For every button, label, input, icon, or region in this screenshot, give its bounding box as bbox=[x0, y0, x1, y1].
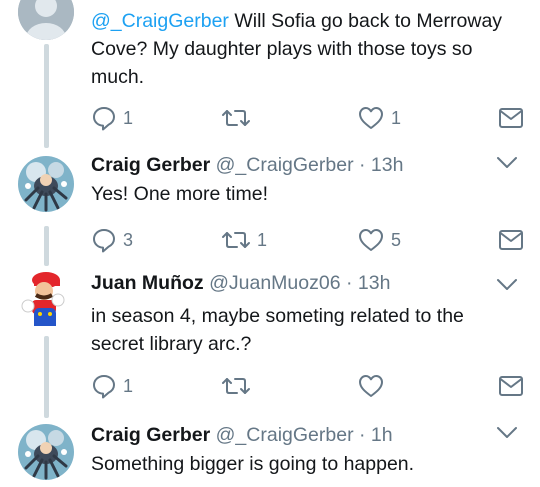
like-count: 5 bbox=[391, 229, 402, 250]
tweet-header: Craig Gerber @_CraigGerber · 1h bbox=[91, 422, 520, 448]
more-options-button[interactable] bbox=[496, 156, 518, 170]
retweet-button[interactable] bbox=[221, 104, 257, 132]
tweet-actions: 1 bbox=[91, 372, 531, 400]
avatar-image bbox=[18, 156, 74, 212]
retweet-button[interactable]: 1 bbox=[221, 226, 267, 254]
chevron-down-icon bbox=[497, 157, 517, 168]
display-name[interactable]: Juan Muñoz bbox=[91, 272, 204, 294]
thread-line bbox=[44, 336, 49, 418]
reply-button[interactable]: 3 bbox=[91, 226, 133, 254]
more-options-button[interactable] bbox=[496, 426, 518, 440]
display-name[interactable]: Craig Gerber bbox=[91, 424, 210, 446]
retweet-count: 1 bbox=[257, 229, 268, 250]
reply-count: 1 bbox=[123, 107, 134, 128]
tweet-header: Juan Muñoz @JuanMuoz06 · 13h bbox=[91, 270, 520, 296]
tweet-text: @_CraigGerber Will Sofia go back to Merr… bbox=[91, 7, 520, 91]
dm-button[interactable] bbox=[498, 372, 524, 400]
mail-icon bbox=[499, 376, 523, 396]
mention-link[interactable]: @_CraigGerber bbox=[91, 10, 229, 32]
tweet-text: Yes! One more time! bbox=[91, 183, 269, 205]
like-button[interactable]: 5 bbox=[357, 226, 401, 254]
avatar[interactable] bbox=[14, 270, 70, 326]
user-handle[interactable]: @JuanMuoz06 bbox=[209, 272, 340, 294]
tweet-timestamp[interactable]: · 13h bbox=[359, 154, 403, 176]
like-button[interactable]: 1 bbox=[357, 104, 401, 132]
user-handle[interactable]: @_CraigGerber bbox=[216, 154, 354, 176]
retweet-icon bbox=[222, 232, 250, 248]
thread-line bbox=[44, 44, 49, 148]
reply-count: 3 bbox=[123, 229, 134, 250]
like-button[interactable] bbox=[357, 372, 391, 400]
mail-icon bbox=[499, 108, 523, 128]
display-name[interactable]: Craig Gerber bbox=[91, 154, 210, 176]
tweet-timestamp[interactable]: · 1h bbox=[359, 424, 393, 446]
user-handle[interactable]: @_CraigGerber bbox=[216, 424, 354, 446]
reply-button[interactable]: 1 bbox=[91, 372, 133, 400]
reply-button[interactable]: 1 bbox=[91, 104, 133, 132]
reply-count: 1 bbox=[123, 375, 134, 396]
retweet-icon bbox=[222, 378, 250, 394]
reply-icon bbox=[93, 107, 115, 131]
reply-icon bbox=[93, 375, 115, 399]
avatar[interactable] bbox=[18, 0, 74, 40]
tweet-actions: 3 1 5 bbox=[91, 226, 531, 254]
heart-icon bbox=[359, 375, 383, 397]
like-count: 1 bbox=[391, 107, 402, 128]
retweet-icon bbox=[222, 110, 250, 126]
reply-icon bbox=[93, 229, 115, 253]
heart-icon bbox=[359, 229, 383, 251]
default-avatar-icon bbox=[18, 0, 74, 40]
tweet-text: Something bigger is going to happen. bbox=[91, 453, 415, 475]
retweet-button[interactable] bbox=[221, 372, 257, 400]
avatar[interactable] bbox=[18, 156, 74, 212]
tweet-text: in season 4, maybe someting related to t… bbox=[91, 305, 464, 355]
tweet-actions: 1 1 bbox=[91, 104, 531, 132]
chevron-down-icon bbox=[497, 279, 517, 290]
mail-icon bbox=[499, 230, 523, 250]
thread-line bbox=[44, 226, 49, 266]
dm-button[interactable] bbox=[498, 226, 524, 254]
avatar-image bbox=[21, 272, 65, 326]
heart-icon bbox=[359, 107, 383, 129]
tweet-header: Craig Gerber @_CraigGerber · 13h bbox=[91, 152, 520, 178]
avatar[interactable] bbox=[18, 424, 74, 480]
dm-button[interactable] bbox=[498, 104, 524, 132]
chevron-down-icon bbox=[497, 427, 517, 438]
more-options-button[interactable] bbox=[496, 278, 518, 292]
tweet-timestamp[interactable]: · 13h bbox=[346, 272, 390, 294]
avatar-image bbox=[18, 424, 74, 480]
